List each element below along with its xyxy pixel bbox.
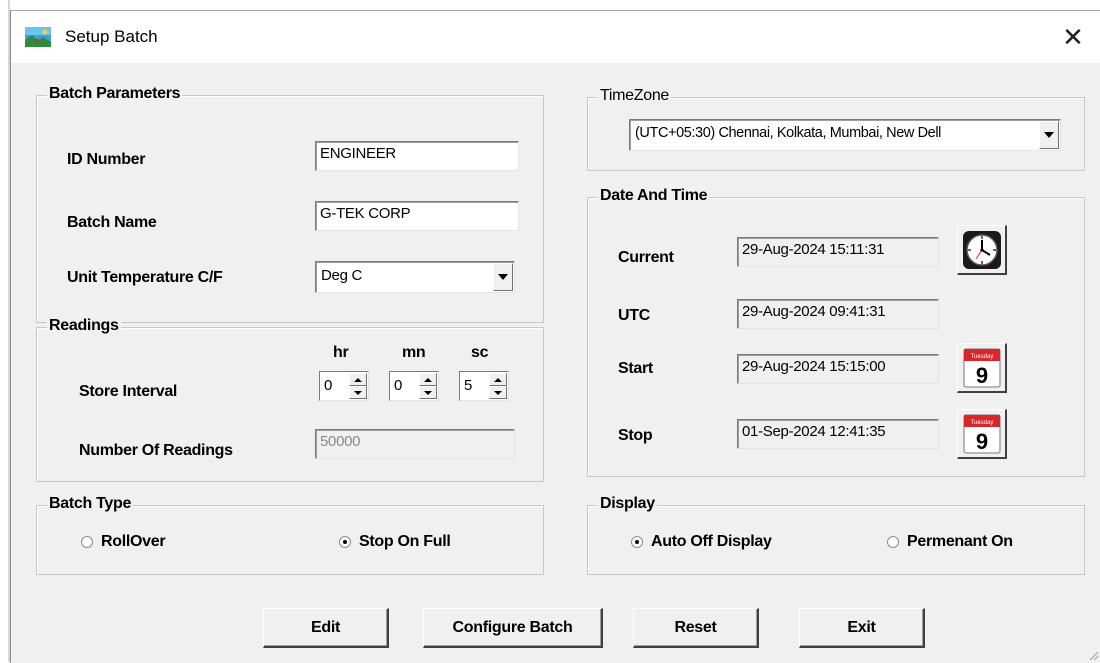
spin-up-icon[interactable] bbox=[419, 373, 437, 386]
number-of-readings-label: Number Of Readings bbox=[79, 442, 233, 459]
seconds-value: 5 bbox=[464, 377, 473, 394]
chevron-down-icon[interactable] bbox=[1039, 121, 1059, 149]
reset-button[interactable]: Reset bbox=[633, 608, 759, 648]
batch-name-label: Batch Name bbox=[67, 214, 157, 231]
seconds-spinner[interactable]: 5 bbox=[459, 371, 509, 401]
store-interval-label: Store Interval bbox=[79, 383, 178, 400]
app-landscape-icon bbox=[25, 27, 51, 47]
timezone-value: (UTC+05:30) Chennai, Kolkata, Mumbai, Ne… bbox=[635, 125, 941, 141]
calendar-day-name: Tuesday bbox=[970, 354, 993, 360]
batch-name-input[interactable]: G-TEK CORP bbox=[315, 201, 519, 231]
exit-button[interactable]: Exit bbox=[799, 608, 925, 648]
radio-stop-on-full-label: Stop On Full bbox=[359, 533, 451, 550]
close-button[interactable]: ✕ bbox=[1045, 11, 1100, 63]
radio-permenant-on-label: Permenant On bbox=[907, 533, 1013, 550]
close-icon: ✕ bbox=[1062, 21, 1084, 52]
radio-rollover-label: RollOver bbox=[101, 533, 166, 550]
utc-datetime-field: 29-Aug-2024 09:41:31 bbox=[737, 299, 939, 329]
calendar-icon: Tuesday 9 bbox=[963, 414, 1000, 454]
calendar-icon: Tuesday 9 bbox=[963, 348, 1000, 388]
stop-datetime-field: 01-Sep-2024 12:41:35 bbox=[737, 419, 939, 449]
radio-selected-icon bbox=[339, 536, 351, 548]
number-of-readings-input[interactable]: 50000 bbox=[315, 429, 515, 459]
minutes-spinner[interactable]: 0 bbox=[389, 371, 439, 401]
radio-selected-icon bbox=[631, 536, 643, 548]
radio-permenant-on[interactable]: Permenant On bbox=[887, 533, 1013, 551]
title-bar: Setup Batch ✕ bbox=[11, 11, 1100, 63]
timezone-select[interactable]: (UTC+05:30) Chennai, Kolkata, Mumbai, Ne… bbox=[629, 119, 1061, 151]
readings-legend: Readings bbox=[47, 317, 121, 335]
spin-up-icon[interactable] bbox=[489, 373, 507, 386]
id-number-label: ID Number bbox=[67, 151, 146, 168]
spin-down-icon[interactable] bbox=[489, 386, 507, 399]
batch-parameters-legend: Batch Parameters bbox=[47, 85, 183, 103]
hours-spinner[interactable]: 0 bbox=[319, 371, 369, 401]
calendar-day-number: 9 bbox=[975, 363, 987, 388]
edit-button[interactable]: Edit bbox=[263, 608, 389, 648]
seconds-label: sc bbox=[471, 344, 489, 361]
start-calendar-button[interactable]: Tuesday 9 bbox=[957, 343, 1007, 393]
spin-down-icon[interactable] bbox=[419, 386, 437, 399]
hours-value: 0 bbox=[324, 377, 333, 394]
stop-label: Stop bbox=[618, 427, 653, 444]
resize-grip-icon[interactable] bbox=[1087, 649, 1099, 661]
start-datetime-field: 29-Aug-2024 15:15:00 bbox=[737, 354, 939, 384]
minutes-label: mn bbox=[402, 344, 426, 361]
calendar-day-name: Tuesday bbox=[970, 420, 993, 426]
clock-button[interactable] bbox=[957, 225, 1007, 275]
display-legend: Display bbox=[598, 495, 657, 513]
radio-circle-icon bbox=[887, 536, 899, 548]
radio-auto-off-display[interactable]: Auto Off Display bbox=[631, 533, 772, 551]
date-and-time-legend: Date And Time bbox=[598, 187, 710, 205]
unit-temperature-select[interactable]: Deg C bbox=[315, 261, 515, 293]
batch-type-legend: Batch Type bbox=[47, 495, 134, 513]
radio-stop-on-full[interactable]: Stop On Full bbox=[339, 533, 451, 551]
window-title: Setup Batch bbox=[65, 27, 158, 46]
clock-icon bbox=[962, 230, 1001, 269]
id-number-input[interactable]: ENGINEER bbox=[315, 141, 519, 171]
radio-circle-icon bbox=[81, 536, 93, 548]
chevron-down-icon[interactable] bbox=[493, 263, 513, 291]
spin-up-icon[interactable] bbox=[349, 373, 367, 386]
hours-label: hr bbox=[333, 344, 349, 361]
radio-auto-off-display-label: Auto Off Display bbox=[651, 533, 772, 550]
start-label: Start bbox=[618, 360, 653, 377]
unit-temperature-value: Deg C bbox=[321, 267, 363, 284]
calendar-day-number: 9 bbox=[975, 429, 987, 454]
spin-down-icon[interactable] bbox=[349, 386, 367, 399]
radio-rollover[interactable]: RollOver bbox=[81, 533, 166, 551]
stop-calendar-button[interactable]: Tuesday 9 bbox=[957, 409, 1007, 459]
configure-batch-button[interactable]: Configure Batch bbox=[423, 608, 603, 648]
utc-label: UTC bbox=[618, 307, 650, 324]
setup-batch-dialog: Setup Batch ✕ Batch Parameters ID Number… bbox=[10, 10, 1100, 663]
unit-temperature-label: Unit Temperature C/F bbox=[67, 269, 223, 286]
current-datetime-field: 29-Aug-2024 15:11:31 bbox=[737, 237, 939, 267]
timezone-legend: TimeZone bbox=[598, 87, 672, 105]
current-label: Current bbox=[618, 249, 674, 266]
minutes-value: 0 bbox=[394, 377, 403, 394]
